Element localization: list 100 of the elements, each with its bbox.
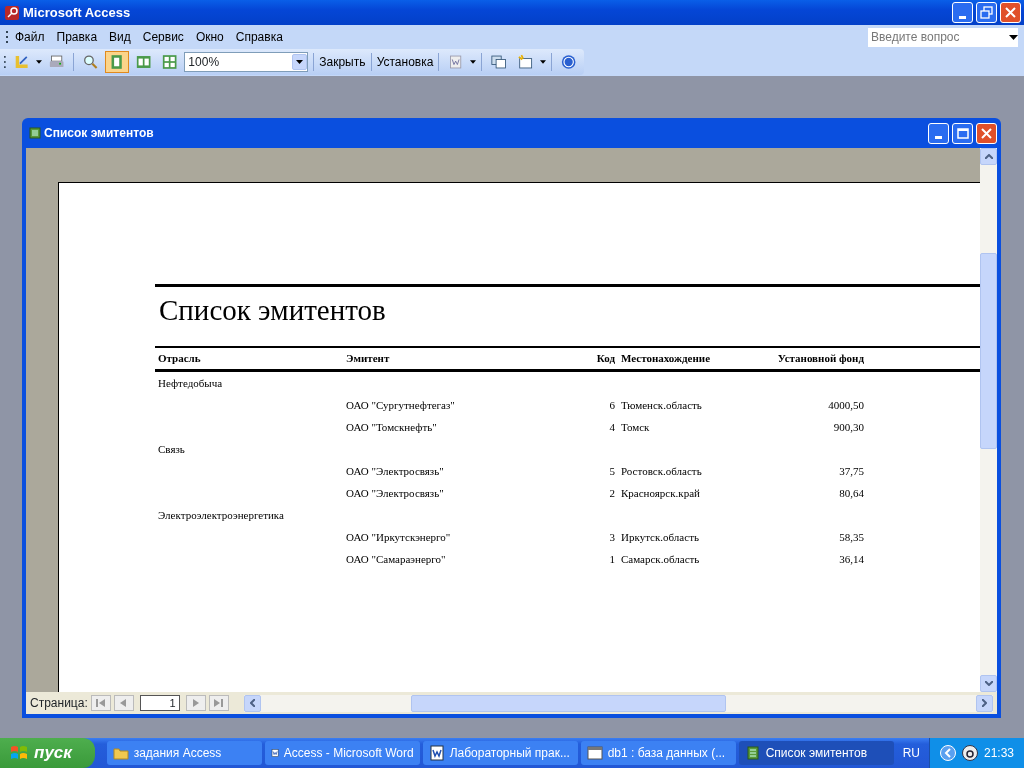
group-name: Электроэлектроэнергетика: [157, 507, 285, 523]
report-icon: [744, 745, 761, 761]
toolbar-button[interactable]: Установка: [376, 51, 434, 73]
nav-button[interactable]: [113, 695, 134, 711]
toolbar-button[interactable]: Закрыть: [318, 51, 366, 73]
scroll-up-button[interactable]: [980, 148, 997, 165]
close-button[interactable]: [1000, 2, 1021, 24]
close-icon: [1004, 6, 1017, 20]
dropdown-arrow-icon: [1009, 34, 1018, 40]
toolbar-button[interactable]: [105, 51, 129, 73]
windows-logo-icon: [10, 744, 28, 762]
table-cell-text: Томск: [620, 419, 651, 435]
close-button[interactable]: [976, 122, 997, 144]
column-header: Эмитент: [346, 351, 391, 367]
table-cell-text: 5: [608, 463, 615, 479]
scroll-right-button[interactable]: [976, 694, 993, 712]
window-title: Список эмитентов: [44, 125, 154, 142]
chevron-left-icon[interactable]: [939, 745, 956, 761]
table-cell-text: Самарск.область: [620, 551, 701, 567]
table-cell-text: ОАО "Электросвязь": [346, 463, 445, 479]
table-cell-text: 4: [608, 419, 615, 435]
scroll-thumb[interactable]: [410, 694, 726, 712]
minimize-button[interactable]: [928, 122, 949, 144]
menu-item[interactable]: Вид: [103, 26, 137, 49]
group-name: Связь: [157, 441, 186, 457]
language-indicator[interactable]: RU: [899, 744, 923, 762]
first-record-icon: [96, 699, 106, 707]
database-window-icon: [586, 745, 603, 761]
clock: 21:33: [983, 745, 1014, 762]
taskbar-button[interactable]: задания Access: [106, 741, 262, 765]
grip-icon: [4, 54, 7, 70]
word-document-icon: [428, 745, 445, 761]
table-cell-text: 1: [608, 551, 615, 567]
dropdown-arrow-icon: [295, 60, 303, 64]
window-title: Microsoft Access: [23, 4, 131, 22]
taskbar-button[interactable]: Список эмитентов: [738, 741, 894, 765]
menu-item[interactable]: Правка: [50, 26, 104, 49]
table-cell-text: ОАО "Самараэнерго": [346, 551, 447, 567]
table-cell-text: Красноярск.край: [620, 485, 701, 501]
scroll-left-button[interactable]: [243, 694, 261, 712]
report-icon: [29, 127, 41, 139]
menu-item[interactable]: Окно: [189, 26, 230, 49]
table-cell-text: 3: [608, 529, 615, 545]
magnifier-icon: [83, 53, 99, 71]
table-cell-text: 36,14: [838, 551, 864, 567]
help-search-field[interactable]: Введите вопрос: [868, 27, 1018, 47]
page-label: Страница:: [30, 695, 88, 712]
chevron-right-icon: [982, 699, 987, 707]
horizontal-scrollbar[interactable]: [243, 694, 993, 712]
maximize-icon: [956, 126, 969, 140]
taskbar-button[interactable]: Access - Microsoft Word: [264, 741, 420, 765]
vertical-scrollbar[interactable]: [980, 148, 997, 692]
table-cell-text: 4000,50: [827, 397, 864, 413]
help-icon: [560, 53, 576, 71]
table-cell-text: 37,75: [838, 463, 864, 479]
previous-icon: [119, 699, 129, 707]
group-name: Нефтедобыча: [157, 375, 224, 391]
database-window-icon: [491, 53, 507, 71]
single-page-icon: [109, 53, 125, 71]
table-cell-text: Тюменск.область: [620, 397, 703, 413]
chevron-down-icon: [984, 681, 993, 686]
table-cell-text: 58,35: [838, 529, 864, 545]
taskbar-button[interactable]: Лабораторный прак...: [422, 741, 578, 765]
menu-item[interactable]: Справка: [229, 26, 289, 49]
table-cell-text: ОАО "Электросвязь": [346, 485, 445, 501]
zoom-dropdown[interactable]: 100%: [184, 52, 308, 72]
table-cell-text: Иркутск.область: [620, 529, 700, 545]
dropdown-arrow-icon[interactable]: [539, 60, 546, 64]
tray-app-icon[interactable]: [961, 745, 978, 761]
placeholder-text: Введите вопрос: [871, 29, 960, 47]
menu-item[interactable]: Сервис: [136, 26, 190, 49]
table-cell-text: ОАО "Сургутнефтегаз": [346, 397, 456, 413]
maximize-button[interactable]: [952, 122, 973, 144]
nav-button[interactable]: [208, 695, 229, 711]
page-number-field[interactable]: 1: [139, 695, 180, 711]
folder-icon: [112, 745, 129, 761]
scroll-down-button[interactable]: [980, 675, 997, 692]
nav-button[interactable]: [90, 695, 111, 711]
taskbar-button[interactable]: db1 : база данных (...: [580, 741, 736, 765]
table-cell-text: 6: [608, 397, 615, 413]
chevron-left-icon: [249, 699, 255, 707]
chevron-up-icon: [984, 154, 993, 159]
minimize-icon: [959, 15, 966, 19]
table-cell-text: ОАО "Иркутскэнерго": [346, 529, 452, 545]
minimize-button[interactable]: [952, 2, 973, 24]
scroll-thumb[interactable]: [980, 253, 997, 449]
dropdown-arrow-icon[interactable]: [35, 60, 42, 64]
dropdown-arrow-icon[interactable]: [470, 60, 477, 64]
table-cell-text: 900,30: [832, 419, 864, 435]
menu-item[interactable]: Файл: [9, 26, 51, 49]
column-header: Местонахождение: [620, 351, 712, 367]
column-header: Установной фонд: [776, 351, 864, 367]
restore-icon: [980, 6, 993, 20]
two-pages-icon: [135, 53, 152, 71]
restore-button[interactable]: [976, 2, 997, 24]
nav-button[interactable]: [185, 695, 206, 711]
new-object-icon: [517, 53, 533, 71]
column-header: Отрасль: [157, 351, 202, 367]
minimize-icon: [935, 136, 942, 139]
table-cell-text: 2: [608, 485, 615, 501]
